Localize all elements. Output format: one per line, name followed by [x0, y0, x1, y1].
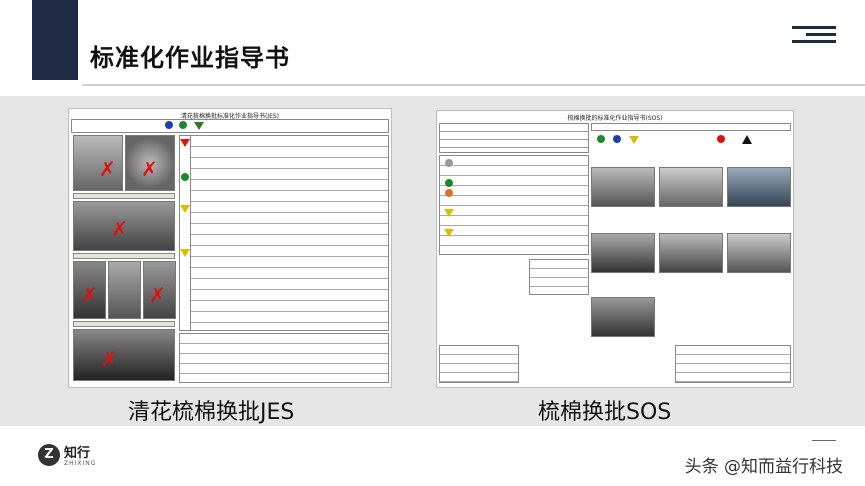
photo-caption-bar	[73, 193, 175, 199]
sos-meta-row	[591, 123, 791, 131]
caution-icon	[180, 205, 190, 213]
error-mark: ✗	[111, 217, 128, 241]
step-icon	[445, 189, 453, 197]
caution-icon	[180, 249, 190, 257]
sos-doc-title: 梳棉换批的标准化作业指导书(SOS)	[567, 115, 663, 122]
jes-symbol-column	[179, 135, 191, 331]
sos-info-table	[439, 123, 589, 153]
jes-signoff-table	[179, 333, 389, 383]
safety-icon	[597, 135, 605, 143]
sos-notes-table	[529, 259, 589, 295]
slide-title: 标准化作业指导书	[90, 44, 290, 72]
safety-icon	[445, 179, 453, 187]
menu-icon	[792, 26, 836, 44]
sos-signoff-left	[439, 345, 519, 383]
corner-accent	[32, 0, 78, 80]
safety-icon	[181, 173, 189, 181]
step-icon	[445, 159, 453, 167]
logo-subtitle: ZHIXING	[64, 460, 97, 467]
quality-icon	[165, 121, 173, 129]
watermark-divider	[812, 440, 836, 441]
hazard-icon	[742, 135, 752, 144]
sos-photo-6	[727, 233, 791, 273]
source-watermark: 头条 @知而益行科技	[684, 457, 843, 477]
error-mark: ✗	[149, 283, 166, 307]
photo-caption-bar-3	[73, 321, 175, 327]
photo-5	[108, 261, 141, 319]
stop-icon	[717, 135, 725, 143]
sos-photo-7	[591, 297, 655, 337]
sos-steps-table	[439, 155, 589, 255]
sos-photo-4	[591, 233, 655, 273]
title-divider	[82, 84, 865, 86]
zhixing-logo-icon: Z	[38, 444, 60, 466]
error-mark: ✗	[81, 283, 98, 307]
warning-icon	[180, 139, 190, 147]
sos-photo-3	[727, 167, 791, 207]
error-mark: ✗	[101, 347, 118, 371]
sos-photo-1	[591, 167, 655, 207]
photo-7	[73, 329, 175, 381]
error-mark: ✗	[141, 157, 158, 181]
jes-document: 清花梳棉换批标准化作业指导书(JES) ✗ ✗ ✗ ✗ ✗ ✗	[68, 108, 392, 388]
sos-document: 梳棉换批的标准化作业指导书(SOS)	[436, 110, 794, 388]
sos-photo-2	[659, 167, 723, 207]
jes-header-row	[71, 119, 389, 133]
quality-icon	[613, 135, 621, 143]
caution-icon	[629, 136, 639, 144]
jes-caption: 清花梳棉换批JES	[128, 400, 295, 425]
sos-caption: 梳棉换批SOS	[538, 400, 672, 425]
key-point-icon	[194, 122, 204, 130]
logo-name: 知行	[64, 446, 91, 461]
safety-icon	[179, 121, 187, 129]
sos-signoff-right	[675, 345, 791, 383]
error-mark: ✗	[99, 157, 116, 181]
jes-steps-table	[179, 135, 389, 331]
caution-icon	[444, 229, 454, 237]
sos-photo-5	[659, 233, 723, 273]
photo-caption-bar-2	[73, 253, 175, 259]
caution-icon	[444, 209, 454, 217]
